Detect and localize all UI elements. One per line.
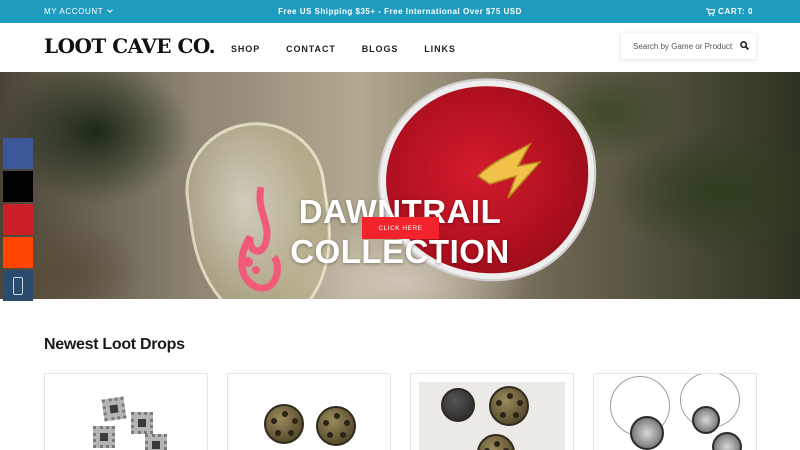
earring-shape — [93, 426, 115, 448]
earring-shape — [101, 396, 127, 422]
earring-shape — [145, 434, 167, 450]
nav-shop[interactable]: SHOP — [231, 44, 260, 54]
product-image-bronze-dangle-earrings — [419, 382, 565, 450]
pinterest-icon[interactable] — [3, 204, 33, 235]
product-card[interactable] — [44, 373, 208, 450]
gauge-back-shape — [441, 388, 475, 422]
reddit-icon[interactable] — [3, 237, 33, 268]
product-image-silver-pendants — [602, 374, 748, 450]
top-announcement-bar: MY ACCOUNT Free US Shipping $35+ - Free … — [0, 0, 800, 23]
product-image-bronze-gauges — [236, 382, 382, 450]
gauge-shape — [316, 406, 356, 446]
product-grid — [44, 373, 757, 450]
earring-shape — [131, 412, 153, 434]
product-card[interactable] — [227, 373, 391, 450]
hero-cta-button[interactable]: CLICK HERE — [362, 217, 439, 239]
search-icon[interactable] — [740, 41, 749, 50]
pendant-shape — [630, 416, 664, 450]
site-logo[interactable]: LOOT CAVE CO. — [44, 34, 216, 58]
facebook-icon[interactable] — [3, 138, 33, 169]
phone-glyph — [13, 276, 23, 295]
product-card[interactable] — [593, 373, 757, 450]
product-image-square-earrings — [53, 382, 199, 450]
social-share-bar — [3, 138, 33, 303]
section-title: Newest Loot Drops — [44, 336, 185, 353]
hero-banner[interactable]: DAWNTRAIL COLLECTION — [0, 72, 800, 299]
product-card[interactable] — [410, 373, 574, 450]
pendant-shape — [692, 406, 720, 434]
site-header: LOOT CAVE CO. SHOP CONTACT BLOGS LINKS — [0, 23, 800, 72]
cart-link[interactable]: CART: 0 — [706, 7, 753, 16]
nav-links[interactable]: LINKS — [424, 44, 456, 54]
email-icon[interactable] — [3, 270, 33, 301]
cart-icon — [706, 7, 716, 16]
x-icon[interactable] — [3, 171, 33, 202]
main-nav: SHOP CONTACT BLOGS LINKS — [231, 44, 456, 54]
gauge-shape — [477, 434, 515, 450]
pendant-shape — [712, 432, 742, 450]
search-input[interactable] — [621, 34, 733, 58]
shipping-promo-text: Free US Shipping $35+ - Free Internation… — [278, 7, 522, 16]
nav-contact[interactable]: CONTACT — [286, 44, 336, 54]
search-box — [621, 33, 756, 59]
cart-label[interactable]: CART: 0 — [718, 7, 753, 16]
gauge-shape — [264, 404, 304, 444]
gauge-shape — [489, 386, 529, 426]
nav-blogs[interactable]: BLOGS — [362, 44, 399, 54]
